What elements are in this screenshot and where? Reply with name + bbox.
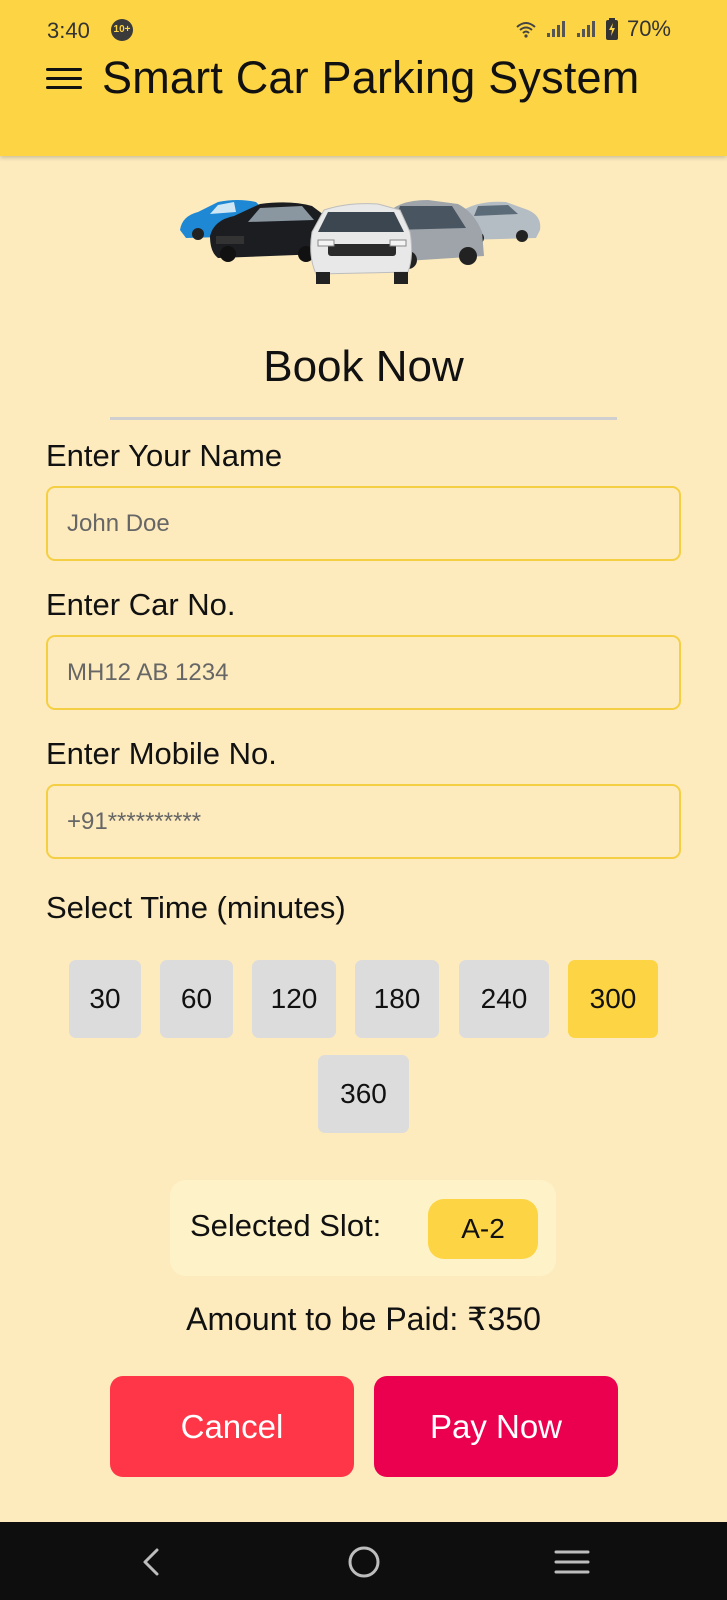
app-title: Smart Car Parking System (102, 52, 640, 103)
name-label: Enter Your Name (46, 438, 283, 473)
pay-now-button[interactable]: Pay Now (374, 1376, 618, 1477)
heading-divider (110, 417, 617, 420)
cars-illustration (180, 200, 541, 284)
notification-badge: 10+ (111, 19, 133, 41)
signal-icon (546, 21, 565, 37)
time-option-180[interactable]: 180 (355, 960, 439, 1038)
time-option-30[interactable]: 30 (69, 960, 141, 1038)
book-now-heading: Book Now (263, 342, 464, 391)
status-icons: 70% (515, 16, 671, 42)
system-nav-bar (0, 1522, 727, 1600)
selected-slot-label: Selected Slot: (190, 1208, 382, 1243)
app-header: 3:40 10+ 70% Smart Car Parking System (0, 0, 727, 156)
time-option-120[interactable]: 120 (252, 960, 336, 1038)
time-label: Select Time (minutes) (46, 890, 346, 925)
mobile-input[interactable] (46, 784, 681, 859)
selected-slot-card: Selected Slot: A-2 (170, 1180, 556, 1276)
battery-charging-icon (605, 18, 618, 40)
time-option-300[interactable]: 300 (568, 960, 658, 1038)
back-icon[interactable] (133, 1542, 173, 1582)
amount-to-pay: Amount to be Paid: ₹350 (186, 1301, 541, 1337)
hamburger-menu-icon[interactable] (46, 62, 82, 96)
name-input[interactable] (46, 486, 681, 561)
time-option-60[interactable]: 60 (160, 960, 233, 1038)
cancel-button[interactable]: Cancel (110, 1376, 354, 1477)
time-option-240[interactable]: 240 (459, 960, 549, 1038)
signal-icon (576, 21, 595, 37)
home-icon[interactable] (344, 1542, 384, 1582)
time-option-360[interactable]: 360 (318, 1055, 409, 1133)
car-number-input[interactable] (46, 635, 681, 710)
battery-percent: 70% (626, 16, 671, 41)
selected-slot-value: A-2 (428, 1199, 538, 1259)
mobile-label: Enter Mobile No. (46, 736, 277, 771)
wifi-icon (516, 22, 536, 38)
status-time: 3:40 (47, 18, 90, 43)
car-number-label: Enter Car No. (46, 587, 236, 622)
status-bar: 3:40 10+ 70% (0, 0, 727, 58)
recents-icon[interactable] (552, 1542, 592, 1582)
